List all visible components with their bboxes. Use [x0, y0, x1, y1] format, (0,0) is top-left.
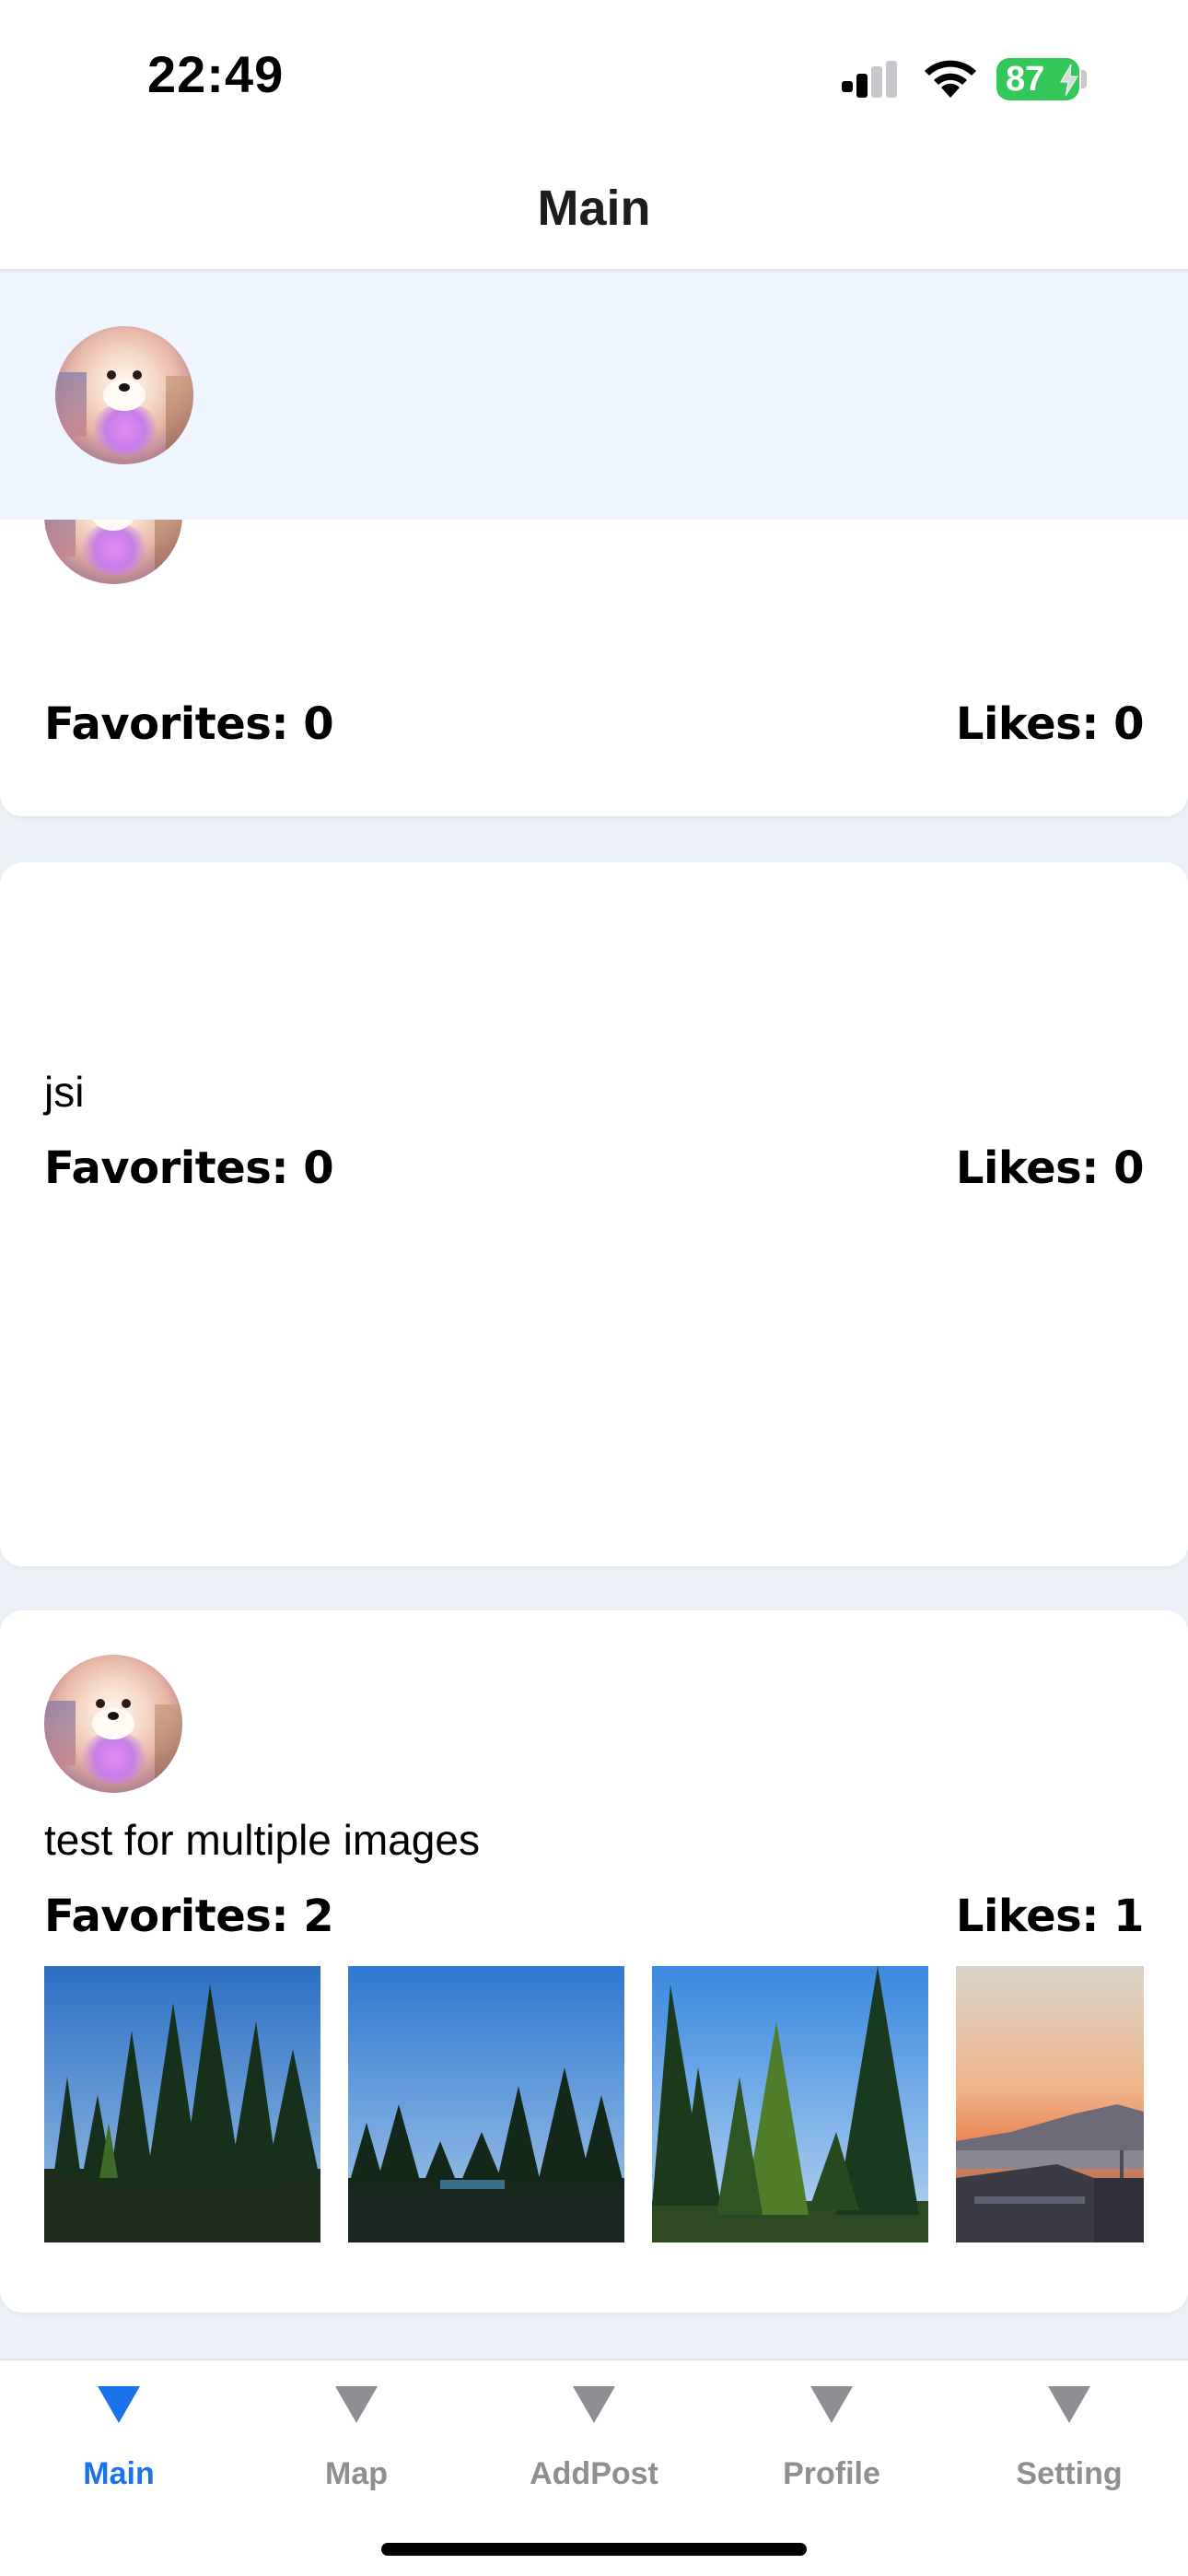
- tab-label: Setting: [1016, 2456, 1123, 2491]
- post-image-thumbnail[interactable]: [652, 1966, 928, 2242]
- post-image-thumbnail[interactable]: [956, 1966, 1144, 2242]
- post-stats: Favorites: 0 Likes: 0: [44, 698, 1145, 750]
- status-time: 22:49: [147, 45, 285, 103]
- post-image-gallery[interactable]: [44, 1966, 1144, 2242]
- triangle-down-icon: [810, 2386, 853, 2423]
- avatar[interactable]: [44, 1655, 182, 1793]
- tab-setting[interactable]: Setting: [950, 2360, 1188, 2526]
- triangle-down-icon: [1048, 2386, 1090, 2423]
- favorites-count: Favorites: 0: [44, 1142, 334, 1194]
- favorites-count: Favorites: 2: [44, 1891, 334, 1942]
- post-text: test for multiple images: [44, 1816, 480, 1864]
- favorites-count: Favorites: 0: [44, 698, 334, 750]
- tab-label: Map: [325, 2456, 388, 2491]
- triangle-down-icon: [98, 2386, 140, 2423]
- tab-label: Profile: [783, 2456, 880, 2491]
- post-stats: Favorites: 2 Likes: 1: [44, 1891, 1145, 1942]
- nav-header: Main: [0, 147, 1188, 271]
- tab-label: AddPost: [530, 2456, 658, 2491]
- battery-level: 87: [1006, 59, 1045, 99]
- tab-profile[interactable]: Profile: [713, 2360, 950, 2526]
- tab-map[interactable]: Map: [238, 2360, 475, 2526]
- tab-main[interactable]: Main: [0, 2360, 238, 2526]
- post-card[interactable]: Favorites: 0 Likes: 0: [0, 446, 1188, 816]
- home-indicator[interactable]: [381, 2543, 807, 2556]
- page-title: Main: [537, 181, 651, 236]
- likes-count: Likes: 0: [955, 698, 1145, 750]
- tab-label: Main: [83, 2456, 155, 2491]
- status-bar: 22:49 87: [0, 0, 1188, 147]
- post-image-thumbnail[interactable]: [44, 1966, 320, 2242]
- post-card[interactable]: jsi Favorites: 0 Likes: 0: [0, 862, 1188, 1566]
- post-stats: Favorites: 0 Likes: 0: [44, 1142, 1145, 1194]
- avatar[interactable]: [55, 326, 193, 464]
- post-card[interactable]: test for multiple images Favorites: 2 Li…: [0, 1610, 1188, 2313]
- wifi-icon: [925, 60, 976, 98]
- highlighted-post-header[interactable]: [0, 273, 1188, 520]
- post-text: jsi: [44, 1068, 85, 1116]
- cellular-signal-icon: [842, 61, 897, 98]
- tab-addpost[interactable]: AddPost: [475, 2360, 713, 2526]
- charging-bolt-icon: [1060, 64, 1078, 96]
- triangle-down-icon: [335, 2386, 378, 2423]
- post-image-thumbnail[interactable]: [348, 1966, 624, 2242]
- likes-count: Likes: 1: [955, 1891, 1145, 1942]
- triangle-down-icon: [573, 2386, 615, 2423]
- likes-count: Likes: 0: [955, 1142, 1145, 1194]
